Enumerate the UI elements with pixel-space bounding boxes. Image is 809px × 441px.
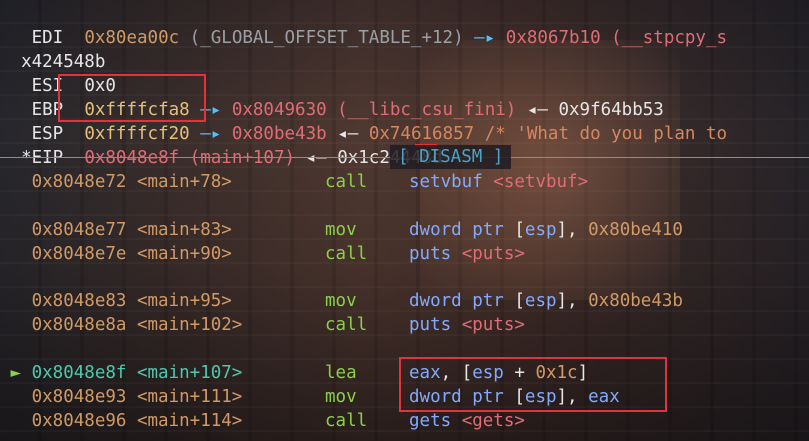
- current-instruction-marker: [0, 172, 32, 192]
- instruction-opcode: call: [325, 411, 368, 431]
- instruction-symbol: <main+114>: [136, 411, 243, 431]
- operand-token: <puts>: [461, 315, 525, 335]
- operand-token: [: [514, 220, 525, 240]
- current-instruction-marker: ►: [0, 363, 32, 383]
- disasm-line: 0x8048e93 <main+111> mov dword ptr [esp], …: [0, 385, 620, 409]
- operand-token: esp: [524, 291, 557, 311]
- instruction-symbol: <main+83>: [136, 220, 232, 240]
- operand-token: puts: [409, 315, 462, 335]
- register-target: 0x8067b10 (__stpcpy_s: [505, 28, 728, 48]
- operand-token: puts: [409, 244, 462, 264]
- instruction-address: 0x8048e7e: [31, 244, 127, 264]
- operand-token: <setvbuf>: [493, 172, 589, 192]
- instruction-symbol: <main+107>: [136, 363, 243, 383]
- instruction-opcode: lea: [325, 363, 357, 383]
- instruction-symbol: <main+78>: [136, 172, 232, 192]
- operand-token: 0x80be43b: [588, 291, 683, 311]
- current-instruction-marker: [0, 411, 32, 431]
- instruction-address: 0x8048e8f: [31, 363, 127, 383]
- register-edi-line: EDI 0x80ea00c (_GLOBAL_OFFSET_TABLE_+12)…: [0, 2, 727, 48]
- back-arrow: ◂—: [295, 148, 338, 168]
- disasm-line: 0x8048e7e <main+90> call puts <puts>: [0, 242, 525, 266]
- register-esi-line: ESI 0x0: [0, 50, 116, 96]
- register-desc: (_GLOBAL_OFFSET_TABLE_+12): [179, 28, 464, 48]
- operand-token: <puts>: [461, 244, 525, 264]
- register-desc: (main+107): [179, 148, 296, 168]
- instruction-address: 0x8048e72: [31, 172, 127, 192]
- disasm-line: 0x8048e96 <main+114> call gets <gets>: [0, 409, 525, 433]
- operand-token: ],: [556, 220, 589, 240]
- instruction-opcode: mov: [325, 291, 357, 311]
- instruction-address: 0x8048e93: [31, 387, 127, 407]
- current-instruction-marker: [0, 315, 32, 335]
- instruction-opcode: call: [325, 315, 368, 335]
- instruction-operands: dword ptr [esp], 0x80be410: [409, 218, 683, 242]
- operand-token: setvbuf: [409, 172, 494, 192]
- operand-token: <gets>: [461, 411, 525, 431]
- instruction-operands: dword ptr [esp], 0x80be43b: [409, 289, 683, 313]
- instruction-address: 0x8048e77: [31, 220, 127, 240]
- instruction-operands: setvbuf <setvbuf>: [409, 170, 588, 194]
- instruction-opcode: call: [325, 244, 368, 264]
- disasm-line: 0x8048e83 <main+95> mov dword ptr [esp], 0…: [0, 289, 683, 313]
- instruction-operands: puts <puts>: [409, 313, 525, 337]
- disasm-line: 0x8048e77 <main+83> mov dword ptr [esp], 0…: [0, 218, 683, 242]
- current-instruction-marker: [0, 291, 32, 311]
- pointer-arrow: —▸: [463, 28, 506, 48]
- current-instruction-marker: [0, 244, 32, 264]
- disasm-line: 0x8048e8a <main+102> call puts <puts>: [0, 313, 525, 337]
- operand-token: 0x80be410: [588, 220, 683, 240]
- operand-token: [: [514, 291, 525, 311]
- instruction-symbol: <main+90>: [136, 244, 232, 264]
- current-instruction-marker: [0, 387, 32, 407]
- instruction-opcode: call: [325, 172, 368, 192]
- current-instruction-marker: [0, 220, 32, 240]
- instruction-address: 0x8048e8a: [31, 315, 127, 335]
- disasm-line: ► 0x8048e8f <main+107> lea eax, [esp + 0x1…: [0, 361, 589, 385]
- register-name: *EIP: [21, 148, 64, 168]
- operand-token: dword ptr: [409, 220, 515, 240]
- disasm-section-label: [ DISASM ]: [390, 145, 512, 169]
- operand-token: ],: [556, 291, 589, 311]
- instruction-operands: puts <puts>: [409, 242, 525, 266]
- instruction-opcode: mov: [325, 387, 357, 407]
- instruction-symbol: <main+102>: [136, 315, 243, 335]
- operand-token: esp: [524, 220, 557, 240]
- instruction-operands: gets <gets>: [409, 409, 525, 433]
- operand-token: gets: [409, 411, 462, 431]
- instruction-address: 0x8048e83: [31, 291, 127, 311]
- highlight-box-ebp-esp: [58, 74, 206, 122]
- instruction-symbol: <main+95>: [136, 291, 232, 311]
- instruction-address: 0x8048e96: [31, 411, 127, 431]
- disasm-line: 0x8048e72 <main+78> call setvbuf <setvbuf>: [0, 170, 589, 194]
- highlight-box-instructions: [399, 357, 667, 412]
- register-eip-line: *EIP 0x8048e8f (main+107) ◂— 0x1c24448d: [0, 122, 442, 168]
- register-edi-wrap-line: x424548b: [0, 26, 105, 72]
- instruction-symbol: <main+111>: [136, 387, 243, 407]
- operand-token: dword ptr: [409, 291, 515, 311]
- register-value: 0x8048e8f: [84, 148, 180, 168]
- instruction-opcode: mov: [325, 220, 357, 240]
